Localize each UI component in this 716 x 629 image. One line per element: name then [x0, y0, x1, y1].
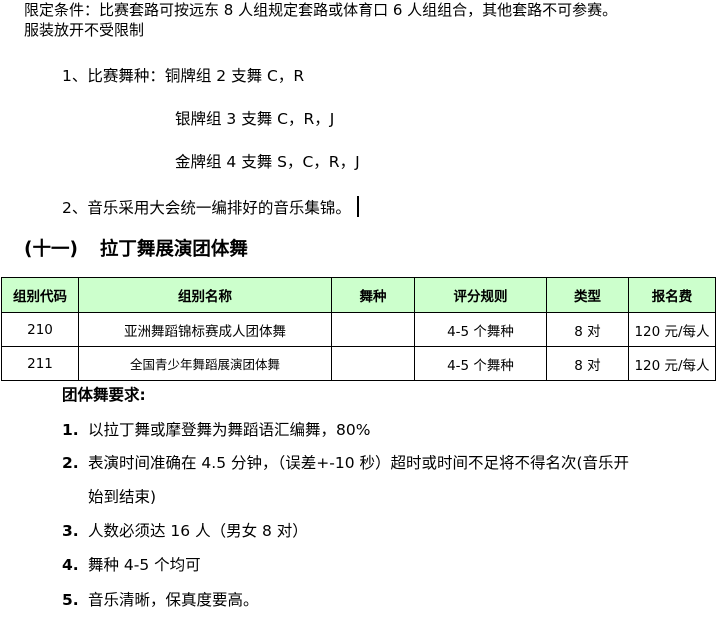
requirement-item-2: 2. 表演时间准确在 4.5 分钟，（误差+-10 秒）超时或时间不足将不得名次(…	[62, 453, 629, 473]
cell-dance-type	[331, 346, 415, 381]
requirement-number: 2.	[62, 454, 79, 472]
group-dance-table: 组别代码 组别名称 舞种 评分规则 类型 报名费 210 亚洲舞蹈锦标赛成人团体…	[1, 277, 716, 381]
table-header-row: 组别代码 组别名称 舞种 评分规则 类型 报名费	[1, 277, 716, 313]
section-heading: (十一) 拉丁舞展演团体舞	[24, 238, 248, 262]
requirement-text: 舞种 4-5 个均可	[88, 556, 201, 574]
cell-scoring-rules: 4-5 个舞种	[414, 312, 547, 347]
music-text: 2、音乐采用大会统一编排好的音乐集锦。	[62, 199, 351, 217]
list-item-dance-silver: 银牌组 3 支舞 C，R，J	[175, 110, 335, 128]
requirement-item-1: 1. 以拉丁舞或摩登舞为舞蹈语汇编舞，80%	[62, 420, 370, 440]
requirement-text: 表演时间准确在 4.5 分钟，（误差+-10 秒）超时或时间不足将不得名次(音乐…	[88, 454, 630, 472]
cell-group-name: 全国青少年舞蹈展演团体舞	[78, 346, 332, 381]
cell-entry-fee: 120 元/每人	[628, 312, 716, 347]
requirement-item-5: 5. 音乐清晰，保真度要高。	[62, 590, 259, 610]
list-item-dance-gold: 金牌组 4 支舞 S，C，R，J	[175, 153, 360, 171]
requirement-number: 4.	[62, 556, 79, 574]
list-item-music: 2、音乐采用大会统一编排好的音乐集锦。	[62, 196, 359, 218]
section-number: (十一)	[24, 239, 78, 260]
header-scoring-rules: 评分规则	[414, 277, 547, 313]
cell-group-name: 亚洲舞蹈锦标赛成人团体舞	[78, 312, 332, 347]
cell-category: 8 对	[546, 312, 629, 347]
section-title: 拉丁舞展演团体舞	[99, 239, 248, 260]
cell-entry-fee: 120 元/每人	[628, 346, 716, 381]
table-row: 211 全国青少年舞蹈展演团体舞 4-5 个舞种 8 对 120 元/每人	[1, 346, 716, 381]
requirement-item-4: 4. 舞种 4-5 个均可	[62, 555, 201, 575]
conditions-line-1: 限定条件：比赛套路可按远东 8 人组规定套路或体育口 6 人组组合，其他套路不可…	[24, 1, 618, 19]
header-group-code: 组别代码	[1, 277, 79, 313]
cell-group-code: 211	[1, 346, 79, 381]
table-row: 210 亚洲舞蹈锦标赛成人团体舞 4-5 个舞种 8 对 120 元/每人	[1, 312, 716, 347]
requirement-number: 1.	[62, 421, 79, 439]
requirements-title: 团体舞要求:	[62, 386, 146, 404]
header-category: 类型	[546, 277, 629, 313]
requirement-text: 人数必须达 16 人（男女 8 对）	[88, 522, 308, 540]
requirement-item-2-continued: 始到结束)	[88, 488, 157, 506]
cell-dance-type	[331, 312, 415, 347]
header-dance-type: 舞种	[331, 277, 415, 313]
requirement-item-3: 3. 人数必须达 16 人（男女 8 对）	[62, 521, 308, 541]
requirement-number: 3.	[62, 522, 79, 540]
text-cursor	[356, 196, 359, 217]
header-entry-fee: 报名费	[628, 277, 716, 313]
requirement-text: 以拉丁舞或摩登舞为舞蹈语汇编舞，80%	[88, 421, 371, 439]
cell-category: 8 对	[546, 346, 629, 381]
conditions-line-2: 服装放开不受限制	[24, 21, 145, 39]
requirement-number: 5.	[62, 591, 79, 609]
header-group-name: 组别名称	[78, 277, 332, 313]
cell-group-code: 210	[1, 312, 79, 347]
requirement-text: 音乐清晰，保真度要高。	[88, 591, 259, 609]
list-item-dance-bronze: 1、比赛舞种：铜牌组 2 支舞 C，R	[62, 67, 305, 85]
cell-scoring-rules: 4-5 个舞种	[414, 346, 547, 381]
